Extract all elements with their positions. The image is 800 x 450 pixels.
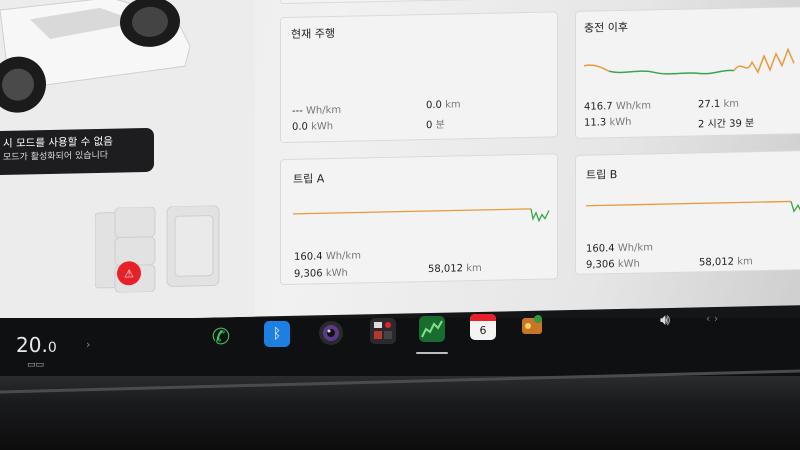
trip-b-graph <box>586 200 800 215</box>
rear-defrost-icon[interactable]: ▭▭ <box>27 360 44 370</box>
trip-a-graph <box>293 208 550 223</box>
efficiency-stat: 160.4 Wh/km <box>294 250 361 263</box>
efficiency-graph <box>584 47 795 75</box>
phone-icon[interactable]: ✆ <box>208 324 234 350</box>
toybox-icon[interactable] <box>370 318 396 344</box>
calendar-day: 6 <box>479 323 487 337</box>
trip-a-card[interactable]: 트립 A 160.4 Wh/km 9,306 kWh 58,012 km <box>280 153 558 286</box>
efficiency-stat: 416.7 Wh/km <box>584 100 651 113</box>
card-title: 현재 주행 <box>291 26 335 41</box>
calendar-header <box>470 314 496 321</box>
top-card <box>280 0 558 5</box>
arcade-glyph-icon <box>522 315 542 334</box>
distance-stat: 58,012 km <box>428 262 482 276</box>
toybox-glyph-icon <box>374 322 392 339</box>
distance-stat: 27.1 km <box>698 98 739 111</box>
distance-stat: 58,012 km <box>699 256 753 269</box>
volume-icon[interactable]: 🔊︎ <box>660 310 670 330</box>
bluetooth-icon[interactable]: ᛒ <box>264 321 290 347</box>
main-screen: 시 모드를 사용할 수 없음 모드가 활성화되어 있습니다 ⚠ 520 현재 주… <box>0 0 800 322</box>
duration-stat: 2 시간 39 분 <box>698 118 755 131</box>
card-title: 충전 이후 <box>584 20 628 35</box>
camera-icon[interactable] <box>318 320 344 346</box>
calendar-icon[interactable]: 6 <box>470 314 496 340</box>
trip-b-card[interactable]: 트립 B 160.4 Wh/km 9,306 kWh 58,012 km <box>575 149 800 275</box>
energy-graph-glyph-icon <box>421 320 443 338</box>
temp-increase-chevron-icon[interactable]: › <box>86 338 90 351</box>
distance-stat: 0.0 km <box>426 99 461 112</box>
cabin-temperature[interactable]: 20.0 <box>16 333 57 357</box>
energy-stat: 9,306 kWh <box>586 258 640 271</box>
energy-stat: 9,306 kWh <box>294 267 348 280</box>
volume-chevrons-icon[interactable]: ‹ › <box>706 312 718 325</box>
efficiency-stat: 160.4 Wh/km <box>586 242 653 255</box>
active-app-indicator <box>416 352 448 354</box>
energy-stat: 11.3 kWh <box>584 116 632 129</box>
energy-stat: 0.0 kWh <box>292 121 334 133</box>
card-title: 트립 B <box>586 168 618 182</box>
notification-toast[interactable]: 시 모드를 사용할 수 없음 모드가 활성화되어 있습니다 <box>0 127 154 175</box>
energy-icon[interactable] <box>419 316 445 342</box>
card-title: 트립 A <box>293 172 325 186</box>
efficiency-stat: --- Wh/km <box>292 104 342 117</box>
arcade-icon[interactable] <box>519 312 545 338</box>
app-dock <box>0 318 800 376</box>
seat-diagram[interactable] <box>95 205 225 293</box>
vehicle-panel: 시 모드를 사용할 수 없음 모드가 활성화되어 있습니다 ⚠ <box>0 0 255 322</box>
duration-stat: 0 분 <box>426 119 445 132</box>
car-image <box>0 0 191 113</box>
camera-lens-icon <box>319 321 343 345</box>
notification-message: 모드가 활성화되어 있습니다 <box>3 150 109 163</box>
since-charge-card[interactable]: 충전 이후 416.7 Wh/km 11.3 kWh 27.1 km 2 시간 … <box>575 5 800 139</box>
current-drive-card[interactable]: 현재 주행 --- Wh/km 0.0 kWh 0.0 km 0 분 <box>280 11 558 144</box>
